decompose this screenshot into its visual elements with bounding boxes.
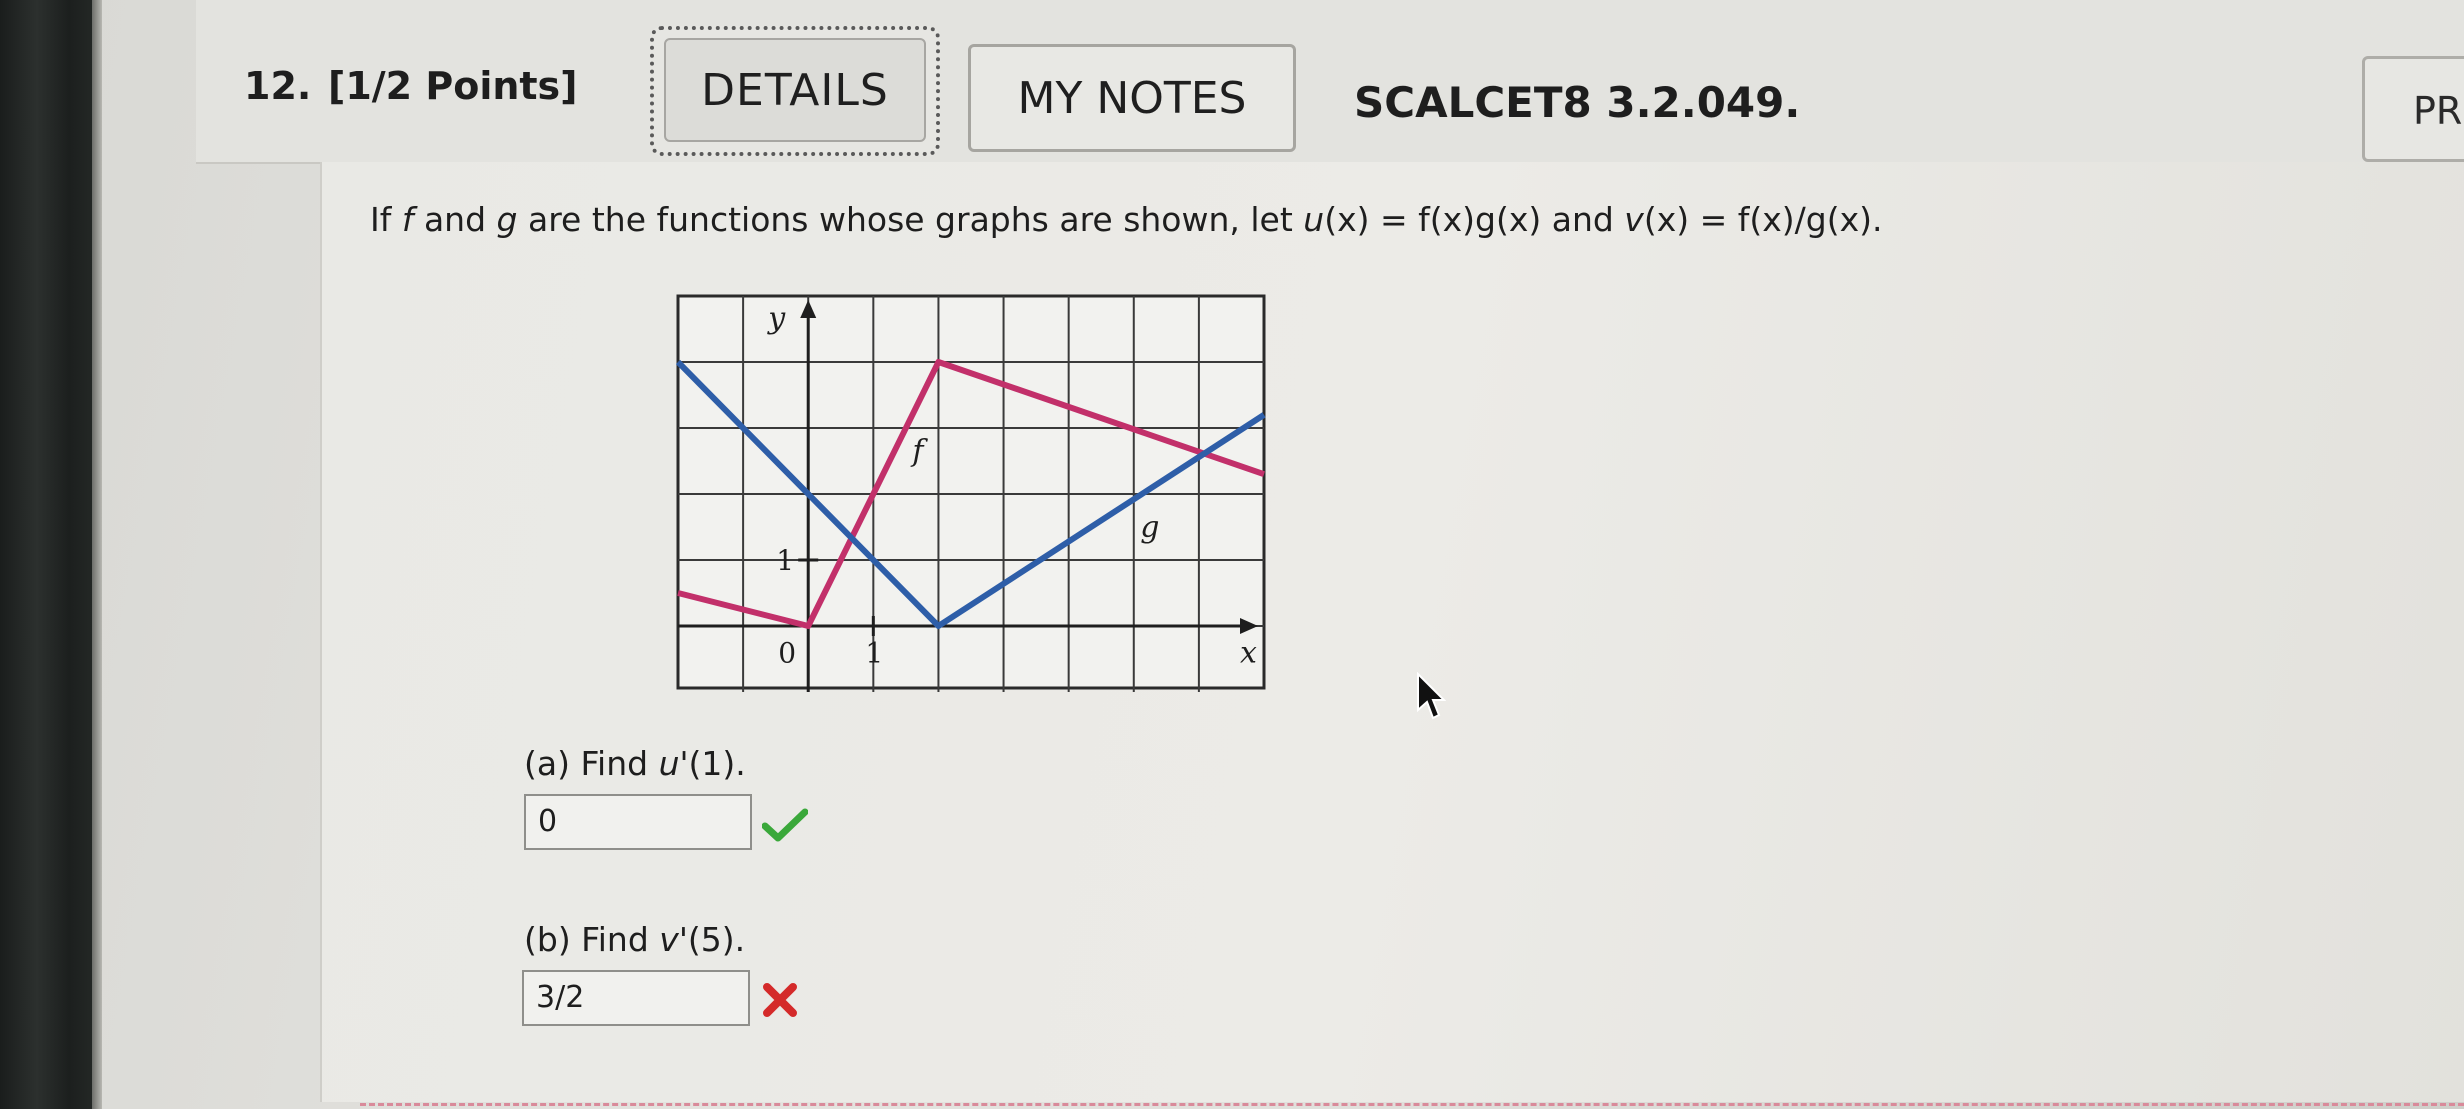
part-b-rest: '(5). — [678, 920, 746, 959]
monitor-bezel — [0, 0, 92, 1109]
correct-check-icon — [762, 808, 808, 842]
y-tick-1-label: 1 — [776, 544, 794, 577]
part-a-answer-input[interactable]: 0 — [524, 794, 752, 850]
prompt-text: and — [413, 200, 497, 239]
prompt-f: f — [401, 200, 414, 239]
part-b-question: (b) Find v'(5). — [524, 920, 745, 959]
part-a-text: (a) Find — [524, 744, 659, 783]
mouse-cursor-icon — [1417, 672, 1446, 720]
part-b-text: (b) Find — [524, 920, 660, 959]
part-a-question: (a) Find u'(1). — [524, 744, 746, 783]
origin-label: 0 — [778, 636, 796, 669]
prompt-text: (x) = f(x)g(x) and — [1324, 200, 1625, 239]
prompt-text: (x) = f(x)/g(x). — [1643, 200, 1883, 239]
prompt-text: are the functions whose graphs are shown… — [517, 200, 1304, 239]
question-number: 12. — [244, 64, 312, 108]
x-axis-label: x — [1240, 635, 1257, 670]
prompt-g: g — [496, 200, 518, 239]
bottom-divider — [360, 1103, 2464, 1106]
problem-statement: If f and g are the functions whose graph… — [370, 200, 1882, 239]
part-a-fn: u — [658, 744, 680, 783]
problem-source-label: SCALCET8 3.2.049. — [1354, 78, 1801, 127]
function-graph-svg: y x 0 1 1 f g — [675, 294, 1266, 692]
my-notes-button[interactable]: MY NOTES — [968, 44, 1296, 152]
y-axis-label: y — [766, 301, 786, 336]
part-b-answer-input[interactable]: 3/2 — [522, 970, 750, 1026]
graph-background — [676, 294, 1266, 690]
x-tick-1-label: 1 — [865, 636, 883, 669]
prompt-text: If — [370, 200, 402, 239]
g-curve-label: g — [1140, 510, 1159, 545]
function-graph: y x 0 1 1 f g — [675, 294, 1266, 694]
details-button-label[interactable]: DETAILS — [664, 38, 926, 142]
monitor-bezel-edge — [92, 0, 102, 1109]
prompt-v: v — [1624, 200, 1644, 239]
question-points: [1/2 Points] — [328, 64, 578, 108]
part-b-fn: v — [659, 920, 679, 959]
practice-button-partial[interactable]: PR — [2362, 56, 2464, 162]
part-a-rest: '(1). — [679, 744, 746, 783]
incorrect-x-icon — [763, 983, 797, 1017]
question-content-panel — [320, 162, 2464, 1102]
prompt-u: u — [1303, 200, 1325, 239]
